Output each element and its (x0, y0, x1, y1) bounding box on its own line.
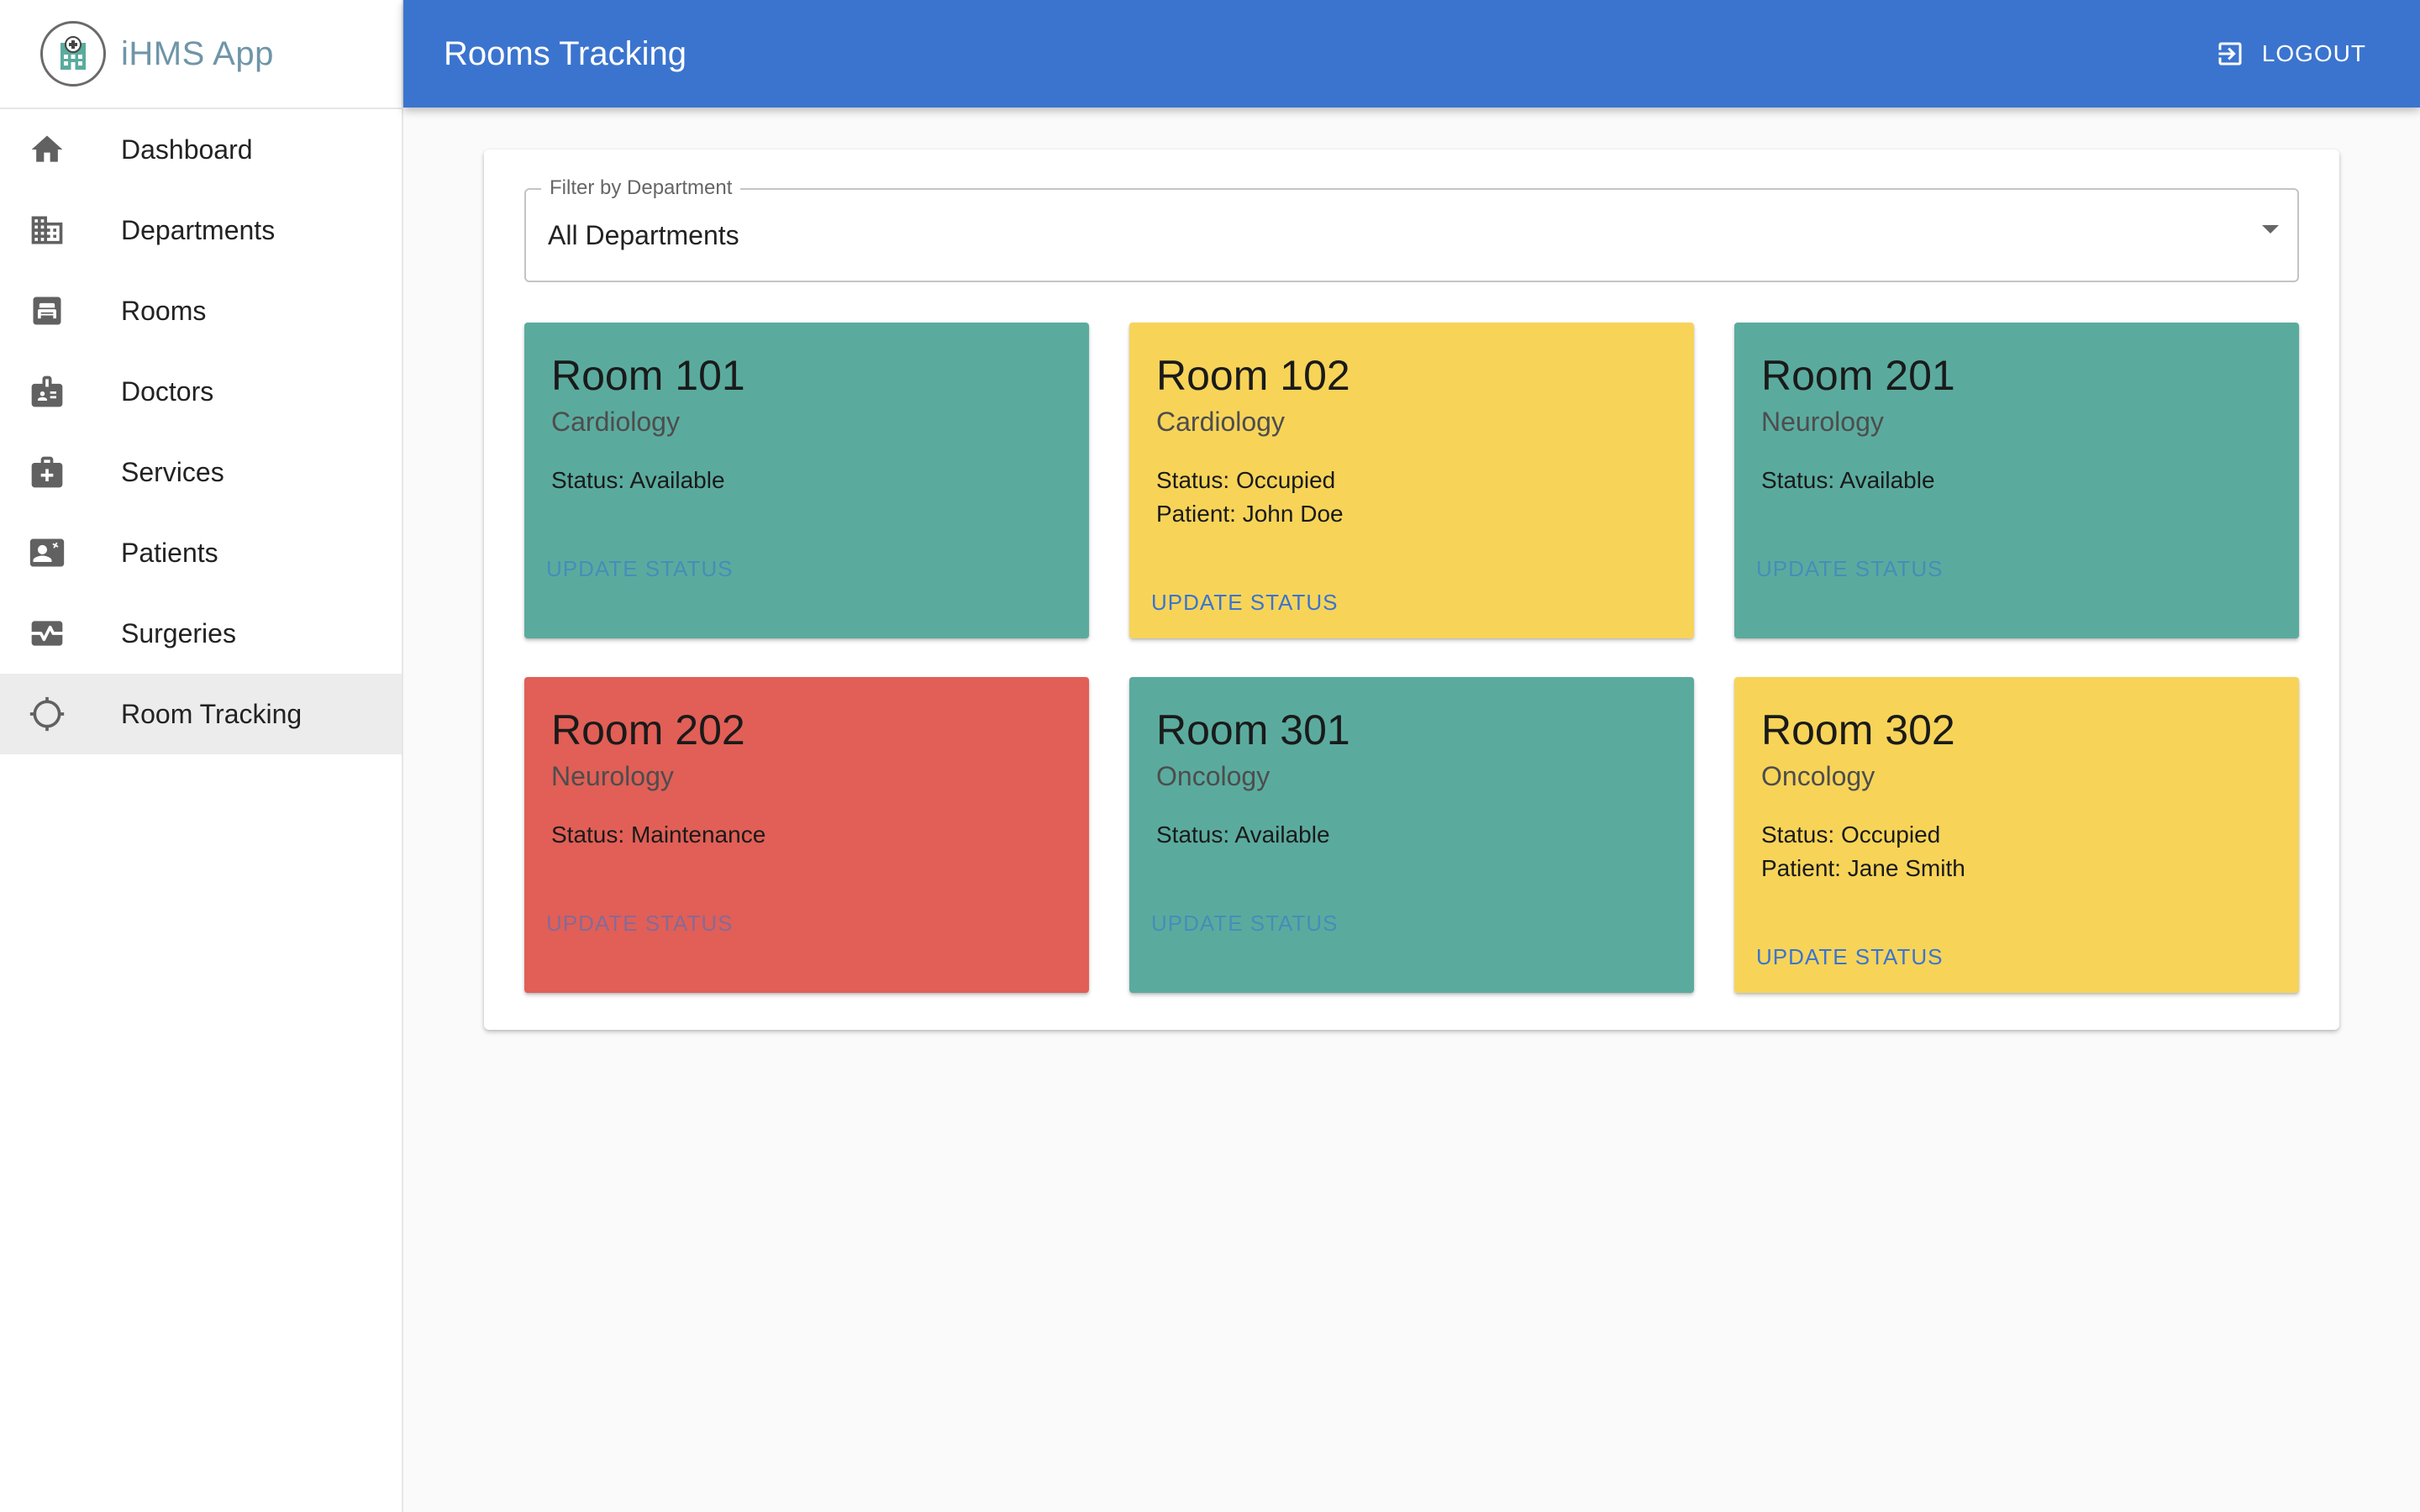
room-card-302: Room 302 Oncology Status: Occupied Patie… (1734, 677, 2299, 993)
sidebar-item-label: Surgeries (121, 617, 236, 648)
room-name: Room 101 (551, 352, 745, 399)
room-card-102: Room 102 Cardiology Status: Occupied Pat… (1129, 323, 1694, 638)
update-status-button[interactable]: UPDATE STATUS (1756, 944, 1943, 970)
brand-name: iHMS App (121, 34, 274, 72)
sidebar: iHMS App Dashboard Departments Rooms Doc… (0, 0, 403, 1512)
home-icon (27, 129, 67, 170)
room-card-101: Room 101 Cardiology Status: Available UP… (524, 323, 1089, 638)
sidebar-item-patients[interactable]: Patients (0, 512, 402, 593)
room-card-202: Room 202 Neurology Status: Maintenance U… (524, 677, 1089, 993)
logout-icon (2218, 42, 2242, 66)
building-icon (27, 210, 67, 250)
brand[interactable]: iHMS App (0, 0, 402, 109)
room-status: Status: Available (1761, 467, 1935, 493)
crosshair-icon (27, 694, 67, 734)
sidebar-item-dashboard[interactable]: Dashboard (0, 109, 402, 190)
logout-button[interactable]: LOGOUT (2215, 39, 2366, 69)
room-patient: Patient: Jane Smith (1761, 855, 1965, 881)
sidebar-item-departments[interactable]: Departments (0, 190, 402, 270)
room-department: Cardiology (551, 407, 680, 437)
room-name: Room 301 (1156, 706, 1350, 753)
room-status: Status: Occupied (1156, 467, 1336, 493)
app-bar: Rooms Tracking LOGOUT (403, 0, 2420, 108)
sidebar-item-label: Doctors (121, 375, 214, 407)
room-name: Room 102 (1156, 352, 1350, 399)
room-department: Neurology (1761, 407, 1884, 437)
badge-icon (27, 371, 67, 412)
logout-label: LOGOUT (2261, 40, 2366, 66)
room-status: Status: Maintenance (551, 822, 766, 848)
medical-bag-icon (27, 452, 67, 492)
sidebar-nav: Dashboard Departments Rooms Doctors Serv… (0, 109, 402, 754)
sidebar-item-doctors[interactable]: Doctors (0, 351, 402, 432)
room-name: Room 201 (1761, 352, 1955, 399)
sidebar-item-surgeries[interactable]: Surgeries (0, 593, 402, 674)
room-department: Cardiology (1156, 407, 1285, 437)
sidebar-item-label: Rooms (121, 295, 207, 326)
filter-label: Filter by Department (541, 176, 741, 200)
update-status-button[interactable]: UPDATE STATUS (546, 911, 733, 937)
room-name: Room 202 (551, 706, 745, 753)
bed-icon (27, 291, 67, 331)
room-department: Oncology (1156, 761, 1270, 791)
room-card-301: Room 301 Oncology Status: Available UPDA… (1129, 677, 1694, 993)
sidebar-item-label: Patients (121, 537, 218, 568)
dropdown-arrow-icon (2262, 225, 2279, 234)
room-status: Status: Available (551, 467, 725, 493)
room-department: Neurology (551, 761, 674, 791)
room-department: Oncology (1761, 761, 1876, 791)
monitor-heart-icon (27, 613, 67, 654)
update-status-button[interactable]: UPDATE STATUS (546, 556, 733, 582)
sidebar-item-label: Room Tracking (121, 698, 302, 729)
sidebar-item-label: Services (121, 456, 224, 487)
room-patient: Patient: John Doe (1156, 501, 1344, 527)
update-status-button[interactable]: UPDATE STATUS (1151, 590, 1338, 616)
update-status-button[interactable]: UPDATE STATUS (1756, 556, 1943, 582)
update-status-button[interactable]: UPDATE STATUS (1151, 911, 1338, 937)
sidebar-item-label: Dashboard (121, 134, 253, 165)
sidebar-item-rooms[interactable]: Rooms (0, 270, 402, 351)
department-filter-select[interactable]: Filter by Department All Departments (524, 176, 2299, 282)
sidebar-item-room-tracking[interactable]: Room Tracking (0, 674, 402, 754)
contact-card-icon (27, 533, 67, 573)
room-card-201: Room 201 Neurology Status: Available UPD… (1734, 323, 2299, 638)
room-name: Room 302 (1761, 706, 1955, 753)
hospital-logo-icon (40, 21, 106, 87)
room-status: Status: Occupied (1761, 822, 1941, 848)
sidebar-item-label: Departments (121, 214, 276, 245)
rooms-panel: Filter by Department All Departments Roo… (484, 150, 2339, 1030)
room-status: Status: Available (1156, 822, 1330, 848)
filter-value: All Departments (548, 220, 739, 250)
sidebar-item-services[interactable]: Services (0, 432, 402, 512)
page-title: Rooms Tracking (444, 34, 687, 72)
